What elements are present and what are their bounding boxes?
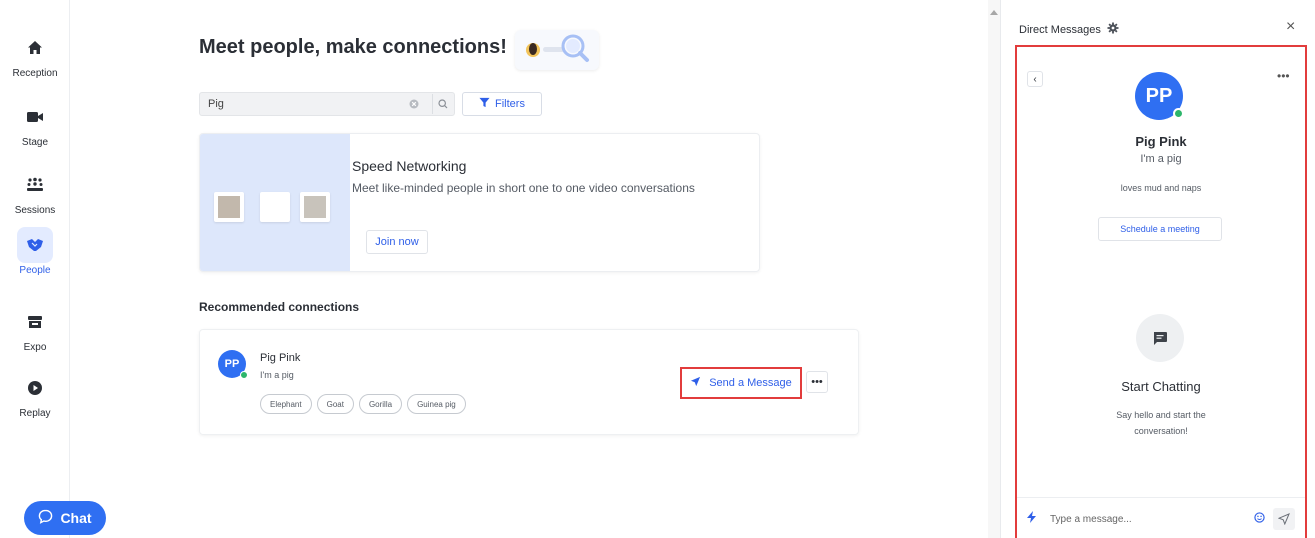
interest-tag: Guinea pig xyxy=(407,394,466,414)
speed-networking-illustration xyxy=(200,134,350,271)
handshake-icon xyxy=(17,227,53,263)
connection-card: PP Pig Pink I'm a pig Elephant Goat Gori… xyxy=(199,329,859,435)
sidebar-item-label: People xyxy=(19,265,51,276)
filters-label: Filters xyxy=(495,98,525,110)
online-status-dot xyxy=(240,371,248,379)
chat-button-label: Chat xyxy=(60,510,92,526)
speed-networking-description: Meet like-minded people in short one to … xyxy=(352,181,695,195)
left-sidebar: Reception Stage Sessions People Expo Rep… xyxy=(0,0,70,538)
participant-photo xyxy=(300,192,330,222)
join-now-button[interactable]: Join now xyxy=(366,230,428,254)
contact-tagline: I'm a pig xyxy=(1140,153,1182,165)
chat-bubble-icon xyxy=(38,509,53,527)
more-options-button[interactable]: ••• xyxy=(806,371,828,393)
main-scrollbar[interactable] xyxy=(988,0,1000,538)
empty-photo-slot xyxy=(260,192,290,222)
sidebar-item-people[interactable]: People xyxy=(0,227,70,276)
recommended-connections-heading: Recommended connections xyxy=(199,300,360,314)
speed-networking-card: Speed Networking Meet like-minded people… xyxy=(199,133,760,272)
clear-icon[interactable] xyxy=(408,98,420,110)
people-search-illustration xyxy=(515,30,599,70)
contact-bio: loves mud and naps xyxy=(1120,183,1202,193)
group-icon xyxy=(17,167,53,203)
back-button[interactable]: ‹ xyxy=(1027,71,1043,87)
sidebar-item-expo[interactable]: Expo xyxy=(0,304,70,353)
send-icon[interactable] xyxy=(1273,508,1295,530)
sidebar-item-label: Replay xyxy=(19,408,51,419)
play-icon xyxy=(17,370,53,406)
interest-tag: Elephant xyxy=(260,394,312,414)
connection-tagline: I'm a pig xyxy=(260,370,294,380)
filter-icon xyxy=(479,97,490,111)
gear-icon[interactable] xyxy=(1107,22,1119,37)
direct-messages-panel: Direct Messages × ‹ ••• PP Pig Pink I'm … xyxy=(1000,0,1315,538)
emoji-icon[interactable] xyxy=(1254,510,1265,528)
interest-tag: Goat xyxy=(316,394,354,414)
start-chatting-description: Say hello and start the conversation! xyxy=(1017,407,1305,439)
booth-icon xyxy=(17,304,53,340)
sidebar-item-label: Sessions xyxy=(14,205,56,216)
sidebar-item-label: Expo xyxy=(23,342,47,353)
send-message-button[interactable]: Send a Message xyxy=(680,367,802,399)
video-camera-icon xyxy=(17,99,53,135)
dm-header: Direct Messages xyxy=(1019,22,1119,37)
contact-name: Pig Pink xyxy=(1135,134,1187,149)
home-icon xyxy=(17,30,53,66)
more-options-icon[interactable]: ••• xyxy=(1277,69,1290,83)
message-input[interactable] xyxy=(1050,513,1254,525)
send-message-label: Send a Message xyxy=(709,377,792,389)
paper-plane-icon xyxy=(690,376,701,390)
sidebar-item-replay[interactable]: Replay xyxy=(0,370,70,419)
page-title: Meet people, make connections! xyxy=(199,36,507,58)
sidebar-item-sessions[interactable]: Sessions xyxy=(0,167,70,216)
sidebar-item-label: Stage xyxy=(21,137,49,148)
search-value: Pig xyxy=(208,98,224,110)
online-status-dot xyxy=(1173,108,1184,119)
close-icon[interactable]: × xyxy=(1286,18,1295,36)
interest-tag: Gorilla xyxy=(358,394,403,414)
dm-header-title: Direct Messages xyxy=(1019,23,1101,36)
sidebar-item-stage[interactable]: Stage xyxy=(0,99,70,148)
filters-button[interactable]: Filters xyxy=(462,92,542,116)
participant-photo xyxy=(214,192,244,222)
search-icon[interactable] xyxy=(432,94,452,114)
message-composer xyxy=(1017,497,1305,538)
connection-name[interactable]: Pig Pink xyxy=(260,352,300,364)
chat-bubble-icon xyxy=(1136,314,1184,362)
start-chatting-text: Say hello and start the conversation! xyxy=(1116,410,1206,437)
start-chatting-title: Start Chatting xyxy=(1121,379,1201,394)
schedule-meeting-button[interactable]: Schedule a meeting xyxy=(1098,217,1222,241)
chat-button[interactable]: Chat xyxy=(24,501,106,535)
conversation-view: ‹ ••• PP Pig Pink I'm a pig loves mud an… xyxy=(1015,45,1307,538)
sidebar-item-label: Reception xyxy=(12,68,58,79)
scroll-up-arrow-icon[interactable] xyxy=(990,10,998,15)
people-search-input[interactable]: Pig xyxy=(199,92,455,116)
sidebar-item-reception[interactable]: Reception xyxy=(0,30,70,79)
app: Reception Stage Sessions People Expo Rep… xyxy=(0,0,1315,538)
interest-tags: Elephant Goat Gorilla Guinea pig xyxy=(260,394,466,414)
speed-networking-title: Speed Networking xyxy=(352,158,467,174)
lightning-icon[interactable] xyxy=(1027,510,1036,528)
